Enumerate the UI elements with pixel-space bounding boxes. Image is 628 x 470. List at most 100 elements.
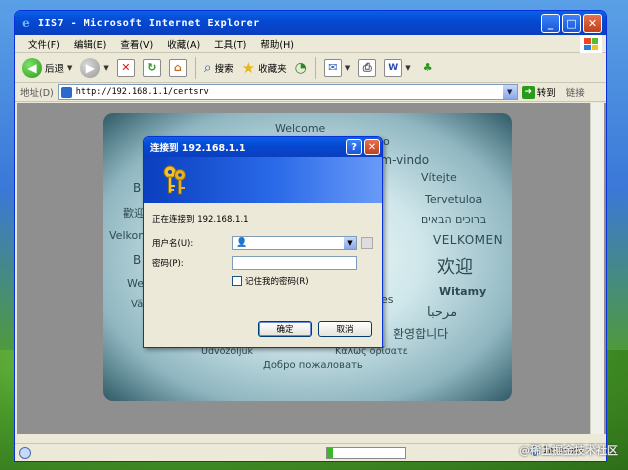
- go-button[interactable]: ➜ 转到: [521, 85, 556, 99]
- user-icon: 👤: [236, 238, 248, 248]
- username-label: 用户名(U):: [152, 239, 194, 249]
- stop-button[interactable]: ✕: [114, 57, 138, 79]
- mail-button[interactable]: ✉ ▼: [321, 57, 353, 79]
- vertical-scrollbar[interactable]: [590, 103, 604, 434]
- history-icon: ◔: [294, 59, 307, 76]
- windows-logo-icon: [580, 35, 602, 53]
- dialog-banner: [144, 157, 382, 203]
- welcome-word: Welcome: [275, 122, 326, 135]
- keys-icon: [163, 165, 186, 195]
- address-bar: 地址(D) http://192.168.1.1/certsrv ▼ ➜ 转到 …: [15, 83, 606, 102]
- search-button[interactable]: ⌕ 搜索: [201, 58, 237, 78]
- window-title: IIS7 - Microsoft Internet Explorer: [38, 17, 260, 29]
- favorites-button[interactable]: ★ 收藏夹: [239, 57, 290, 79]
- menu-tools[interactable]: 工具(T): [207, 37, 253, 51]
- dialog-body: 正在连接到 192.168.1.1 用户名(U): 👤 ▼ 密码(P): 记住我…: [144, 203, 382, 297]
- welcome-word: B: [133, 181, 142, 195]
- back-button[interactable]: ◀ 后退 ▼: [19, 56, 75, 80]
- login-dialog: 连接到 192.168.1.1 ? ✕ 正在连接到 192.168.1.1 用户…: [143, 136, 383, 348]
- word-icon: W: [384, 58, 403, 77]
- progress-bar: [326, 447, 406, 459]
- stop-icon: ✕: [116, 58, 135, 77]
- status-bar: Internet: [15, 443, 606, 461]
- chevron-down-icon[interactable]: ▼: [103, 64, 108, 72]
- welcome-word: 欢迎: [437, 257, 473, 278]
- home-button[interactable]: ⌂: [166, 57, 190, 79]
- welcome-word: مرحبا: [427, 305, 458, 320]
- remember-password-label[interactable]: 记住我的密码(R): [245, 275, 309, 287]
- toolbar-separator: [314, 56, 316, 79]
- remember-password-checkbox[interactable]: [232, 276, 242, 286]
- menu-help[interactable]: 帮助(H): [253, 37, 301, 51]
- password-row: 密码(P):: [152, 255, 374, 271]
- refresh-icon: ↻: [142, 58, 161, 77]
- welcome-word: 환영합니다: [393, 327, 449, 341]
- page-status-icon: [19, 446, 31, 459]
- messenger-icon: ♣: [422, 61, 433, 74]
- address-url: http://192.168.1.1/certsrv: [75, 87, 209, 97]
- welcome-word: o: [383, 135, 390, 148]
- go-arrow-icon: ➜: [521, 85, 535, 99]
- welcome-word: Witamy: [439, 285, 487, 298]
- dialog-title-bar[interactable]: 连接到 192.168.1.1 ? ✕: [144, 137, 382, 157]
- username-field[interactable]: 👤 ▼: [232, 236, 357, 250]
- minimize-button[interactable]: _: [541, 13, 560, 33]
- page-icon: [60, 86, 72, 98]
- links-button[interactable]: 链接: [566, 85, 585, 99]
- messenger-button[interactable]: ♣: [416, 57, 440, 79]
- welcome-word: We: [127, 277, 144, 290]
- ie-logo-icon: e: [22, 16, 30, 30]
- watermark: @稀土掘金技术社区: [519, 444, 618, 457]
- print-icon: ⎙: [358, 58, 377, 77]
- menu-edit[interactable]: 编辑(E): [67, 37, 113, 51]
- welcome-word: B: [133, 253, 142, 267]
- ok-button[interactable]: 确定: [258, 321, 312, 337]
- refresh-button[interactable]: ↻: [140, 57, 164, 79]
- chevron-down-icon[interactable]: ▼: [344, 237, 356, 249]
- go-label: 转到: [536, 88, 556, 99]
- home-icon: ⌂: [168, 58, 187, 77]
- toolbar: ◀ 后退 ▼ ▶ ▼ ✕ ↻ ⌂ ⌕ 搜索 ★ 收藏夹 ◔ ✉ ▼ ⎙ W ▼ …: [15, 53, 606, 83]
- search-label: 搜索: [214, 63, 234, 75]
- chevron-down-icon[interactable]: ▼: [405, 64, 410, 72]
- dialog-title: 连接到 192.168.1.1: [150, 143, 246, 154]
- welcome-word: Добро пожаловать: [263, 360, 363, 371]
- menu-favorites[interactable]: 收藏(A): [160, 37, 207, 51]
- cancel-button[interactable]: 取消: [318, 321, 372, 337]
- title-bar[interactable]: e IIS7 - Microsoft Internet Explorer _ □…: [15, 11, 606, 35]
- favorites-icon: ★: [241, 58, 256, 77]
- browse-button[interactable]: [361, 237, 373, 249]
- password-label: 密码(P):: [152, 259, 184, 269]
- print-button[interactable]: ⎙: [355, 57, 379, 79]
- username-row: 用户名(U): 👤 ▼: [152, 235, 374, 251]
- menu-file[interactable]: 文件(F): [21, 37, 67, 51]
- word-button[interactable]: W ▼: [381, 57, 413, 79]
- welcome-word: Vítejte: [421, 171, 457, 184]
- welcome-word: Vä: [131, 299, 144, 310]
- dialog-close-button[interactable]: ✕: [364, 139, 380, 155]
- history-button[interactable]: ◔: [292, 58, 310, 78]
- password-field[interactable]: [232, 256, 357, 270]
- address-label: 地址(D): [20, 88, 54, 99]
- progress-fill: [327, 448, 334, 458]
- welcome-word: VELKOMEN: [433, 233, 504, 247]
- mail-icon: ✉: [323, 58, 342, 77]
- chevron-down-icon[interactable]: ▼: [502, 85, 517, 99]
- back-icon: ◀: [22, 57, 42, 78]
- maximize-button[interactable]: □: [562, 13, 581, 33]
- remember-password-row: 记住我的密码(R): [232, 275, 374, 287]
- back-label: 后退: [45, 63, 65, 75]
- address-input[interactable]: http://192.168.1.1/certsrv ▼: [57, 84, 518, 100]
- chevron-down-icon[interactable]: ▼: [67, 64, 72, 72]
- menu-bar: 文件(F) 编辑(E) 查看(V) 收藏(A) 工具(T) 帮助(H): [15, 35, 606, 53]
- favorites-label: 收藏夹: [258, 63, 287, 75]
- welcome-word: ברוכים הבאים: [421, 213, 487, 226]
- close-button[interactable]: ✕: [583, 13, 602, 33]
- welcome-word: Tervetuloa: [425, 193, 483, 206]
- search-icon: ⌕: [203, 59, 212, 76]
- forward-button[interactable]: ▶ ▼: [77, 56, 111, 80]
- connecting-text: 正在连接到 192.168.1.1: [152, 215, 249, 225]
- menu-view[interactable]: 查看(V): [113, 37, 160, 51]
- chevron-down-icon[interactable]: ▼: [345, 64, 350, 72]
- help-button[interactable]: ?: [346, 139, 362, 155]
